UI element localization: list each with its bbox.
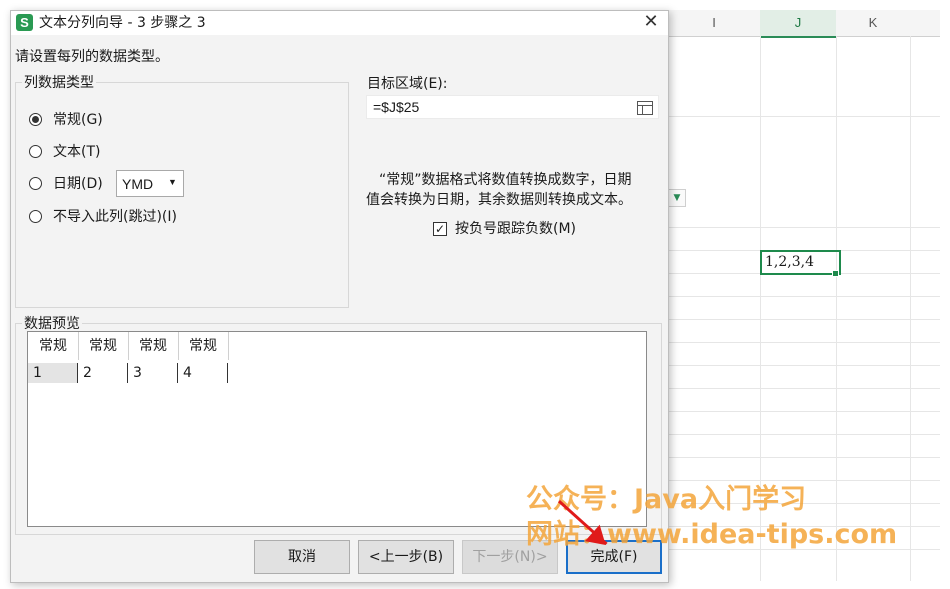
radio-label: 不导入此列(跳过)(I) — [53, 209, 177, 225]
radio-date[interactable]: 日期(D) — [29, 175, 113, 193]
grid-line — [668, 365, 940, 366]
grid-line — [836, 36, 837, 581]
date-format-value: YMD — [122, 176, 154, 192]
filter-dropdown-icon[interactable]: ▼ — [668, 189, 686, 207]
column-header-next[interactable] — [910, 10, 940, 37]
target-input[interactable]: =$J$25 — [366, 95, 659, 119]
column-type-group-title: 列数据类型 — [22, 74, 96, 92]
grid-line — [668, 388, 940, 389]
grid-line — [668, 457, 940, 458]
range-select-icon[interactable] — [637, 101, 653, 115]
preview-header[interactable]: 常规 — [128, 332, 179, 360]
chevron-down-icon: ▼ — [168, 177, 177, 187]
preview-cell: 4 — [178, 363, 228, 383]
preview-cell: 3 — [128, 363, 178, 383]
column-header-k[interactable]: K — [836, 10, 911, 37]
grid-line — [668, 227, 940, 228]
instruction-text: 请设置每列的数据类型。 — [15, 49, 169, 65]
radio-button[interactable] — [29, 210, 42, 223]
app-icon: S — [16, 14, 33, 31]
preview-cell: 1 — [28, 363, 78, 383]
preview-cell: 2 — [78, 363, 128, 383]
grid-line — [668, 342, 940, 343]
grid-line — [668, 411, 940, 412]
radio-button[interactable] — [29, 145, 42, 158]
negative-sign-checkbox[interactable]: ✓ 按负号跟踪负数(M) — [433, 220, 613, 238]
back-button[interactable]: <上一步(B) — [358, 540, 454, 574]
target-label: 目标区域(E): — [367, 76, 448, 92]
active-cell[interactable]: 1,2,3,4 — [760, 250, 841, 275]
column-header-j[interactable]: J — [760, 10, 837, 38]
close-icon: ✕ — [643, 11, 659, 32]
grid-line — [668, 116, 940, 117]
target-value: =$J$25 — [373, 99, 420, 115]
radio-text[interactable]: 文本(T) — [29, 143, 129, 161]
radio-label: 日期(D) — [53, 176, 103, 192]
preview-header[interactable]: 常规 — [28, 332, 79, 360]
preview-header[interactable]: 常规 — [178, 332, 229, 360]
dialog-title: 文本分列向导 - 3 步骤之 3 — [39, 15, 206, 31]
radio-label: 文本(T) — [53, 144, 101, 160]
fill-handle[interactable] — [832, 270, 839, 277]
grid-line — [668, 296, 940, 297]
radio-label: 常规(G) — [53, 112, 103, 128]
radio-skip[interactable]: 不导入此列(跳过)(I) — [29, 208, 209, 226]
grid-line — [910, 36, 911, 581]
close-button[interactable]: ✕ — [639, 11, 663, 35]
title-bar[interactable]: S 文本分列向导 - 3 步骤之 3 ✕ — [11, 11, 668, 35]
grid-line — [668, 434, 940, 435]
column-header-i[interactable]: I — [668, 10, 761, 37]
radio-button[interactable] — [29, 113, 42, 126]
checkbox-label: 按负号跟踪负数(M) — [455, 221, 577, 237]
grid-line — [668, 319, 940, 320]
cancel-button[interactable]: 取消 — [254, 540, 350, 574]
radio-general[interactable]: 常规(G) — [29, 111, 129, 129]
checkbox[interactable]: ✓ — [433, 222, 447, 236]
description-line-1: “常规”数据格式将数值转换成数字，日期 — [379, 172, 632, 188]
radio-button[interactable] — [29, 177, 42, 190]
preview-header[interactable]: 常规 — [78, 332, 129, 360]
description-line-2: 值会转换为日期，其余数据则转换成文本。 — [366, 192, 632, 208]
date-format-select[interactable]: YMD ▼ — [116, 170, 184, 197]
watermark-line-2: 网站：www.idea-tips.com — [526, 519, 898, 550]
